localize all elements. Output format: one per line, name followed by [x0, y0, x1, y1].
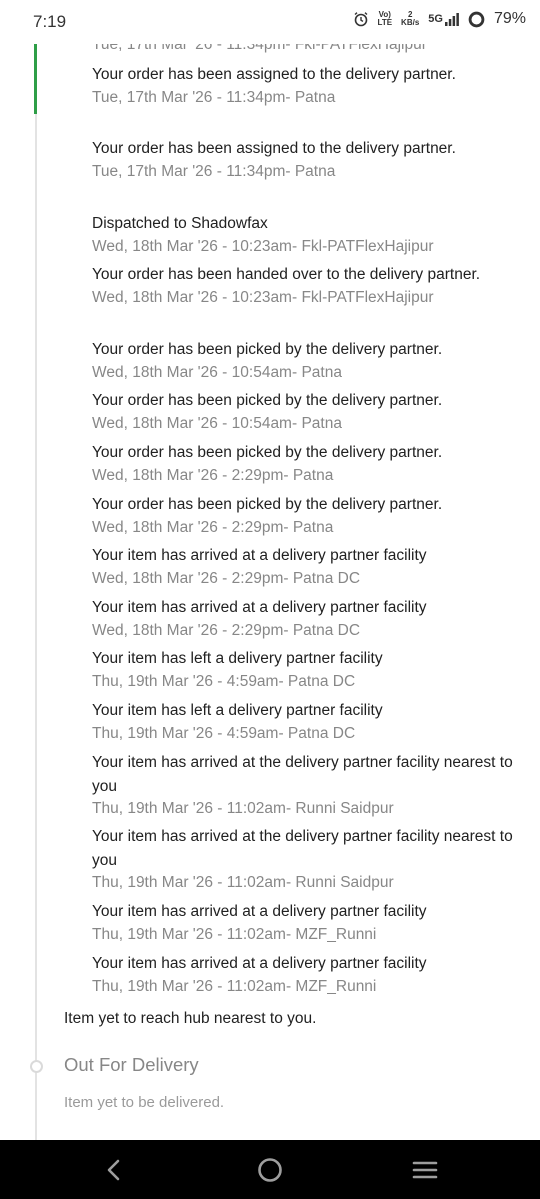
event-message: Your order has been picked by the delive… — [92, 496, 443, 513]
timeline-event: Your item has arrived at the delivery pa… — [92, 825, 522, 894]
back-icon — [107, 1159, 120, 1180]
event-meta: Thu, 19th Mar '26 - 11:02am- MZF_Runni — [92, 977, 377, 995]
event-message: Your item has arrived at the delivery pa… — [92, 828, 513, 869]
event-meta: Wed, 18th Mar '26 - 10:54am- Patna — [92, 414, 342, 432]
event-meta: Wed, 18th Mar '26 - 2:29pm- Patna DC — [92, 621, 361, 639]
timeline-event: Your item has arrived at a delivery part… — [92, 596, 522, 642]
event-meta: Wed, 18th Mar '26 - 10:54am- Patna — [92, 363, 342, 381]
volte-icon: Vo) LTE — [378, 11, 393, 27]
event-message: Your item has arrived at a delivery part… — [92, 547, 427, 564]
event-message: Your order has been picked by the delive… — [92, 341, 443, 358]
event-message: Your item has arrived at a delivery part… — [92, 599, 427, 616]
event-message: Your item has left a delivery partner fa… — [92, 702, 383, 719]
timeline-event: Your order has been picked by the delive… — [92, 493, 522, 539]
event-meta: Wed, 18th Mar '26 - 2:29pm- Patna — [92, 518, 334, 536]
event-meta: Thu, 19th Mar '26 - 11:02am- MZF_Runni — [92, 925, 377, 943]
event-message: Your item has arrived at a delivery part… — [92, 955, 427, 972]
back-button[interactable] — [69, 1140, 159, 1199]
event-meta: Tue, 17th Mar '26 - 11:34pm- Patna — [92, 162, 336, 180]
timeline-event: Your order has been picked by the delive… — [92, 338, 522, 384]
timeline-event: Your item has arrived at the delivery pa… — [92, 751, 522, 820]
status-time: 7:19 — [33, 12, 67, 31]
timeline-event: Your order has been assigned to the deli… — [92, 63, 522, 109]
home-icon — [258, 1157, 282, 1182]
event-message: Your order has been handed over to the d… — [92, 266, 481, 283]
timeline-rail — [35, 44, 37, 1140]
out-for-delivery-subtitle: Item yet to be delivered. — [64, 1094, 225, 1111]
event-meta: Tue, 17th Mar '26 - 11:34pm- Fkl-PATFlex… — [92, 44, 427, 53]
out-for-delivery-title: Out For Delivery — [64, 1054, 199, 1075]
timeline-event: Your order has been picked by the delive… — [92, 441, 522, 487]
timeline-event: Your order has been handed over to the d… — [92, 263, 522, 309]
event-message: Your item has arrived at a delivery part… — [92, 903, 427, 920]
battery-percent: 79% — [493, 10, 526, 27]
event-meta: Wed, 18th Mar '26 - 2:29pm- Patna — [92, 466, 334, 484]
signal-icon: 5G — [428, 12, 459, 26]
hub-status-note: Item yet to reach hub nearest to you. — [64, 1010, 317, 1027]
event-message: Your order has been assigned to the deli… — [92, 140, 456, 157]
home-button[interactable] — [225, 1140, 315, 1199]
timeline-event: Your item has left a delivery partner fa… — [92, 647, 522, 693]
event-meta: Wed, 18th Mar '26 - 10:23am- Fkl-PATFlex… — [92, 237, 434, 255]
navigation-bar — [0, 1140, 540, 1199]
timeline-event: Your order has been picked by the delive… — [92, 389, 522, 435]
event-meta: Thu, 19th Mar '26 - 11:02am- Runni Saidp… — [92, 874, 394, 891]
timeline-progress-rail — [34, 44, 37, 114]
event-meta: Thu, 19th Mar '26 - 11:02am- Runni Saidp… — [92, 800, 394, 817]
timeline-pending-dot — [30, 1060, 43, 1073]
speed-unit: KB/s — [401, 18, 420, 27]
network-speed: 2 KB/s — [401, 11, 419, 27]
event-meta: Tue, 17th Mar '26 - 11:34pm- Patna — [92, 88, 336, 106]
timeline-event: Your item has arrived at a delivery part… — [92, 952, 522, 998]
event-message: Your order has been assigned to the deli… — [92, 66, 456, 83]
timeline-event: Your order has been assigned to the deli… — [92, 137, 522, 183]
event-meta: Wed, 18th Mar '26 - 10:23am- Fkl-PATFlex… — [92, 288, 434, 306]
tracking-timeline[interactable]: Tue, 17th Mar '26 - 11:34pm- Fkl-PATFlex… — [0, 44, 540, 1140]
volte-bottom: LTE — [377, 18, 393, 27]
battery-ring-icon — [468, 11, 485, 28]
event-message: Your order has been picked by the delive… — [92, 392, 443, 409]
event-meta: Thu, 19th Mar '26 - 4:59am- Patna DC — [92, 672, 356, 690]
status-bar: 7:19 Vo) LTE 2 KB/s 5G 79% — [0, 0, 540, 44]
event-message: Your item has left a delivery partner fa… — [92, 650, 383, 667]
event-meta: Thu, 19th Mar '26 - 4:59am- Patna DC — [92, 724, 356, 742]
menu-icon — [412, 1161, 438, 1178]
recents-button[interactable] — [380, 1140, 470, 1199]
timeline-event: Your item has left a delivery partner fa… — [92, 699, 522, 745]
status-icons: Vo) LTE 2 KB/s 5G 79% — [353, 10, 526, 28]
timeline-event: Your item has arrived at a delivery part… — [92, 544, 522, 590]
network-type: 5G — [428, 13, 443, 25]
timeline-event-partial: Tue, 17th Mar '26 - 11:34pm- Fkl-PATFlex… — [92, 44, 522, 56]
event-message: Your order has been picked by the delive… — [92, 444, 443, 461]
event-message: Your item has arrived at the delivery pa… — [92, 754, 513, 795]
timeline-event: Dispatched to Shadowfax Wed, 18th Mar '2… — [92, 212, 522, 258]
event-meta: Wed, 18th Mar '26 - 2:29pm- Patna DC — [92, 569, 361, 587]
event-message: Dispatched to Shadowfax — [92, 215, 268, 232]
alarm-icon — [353, 11, 369, 27]
timeline-event: Your item has arrived at a delivery part… — [92, 900, 522, 946]
